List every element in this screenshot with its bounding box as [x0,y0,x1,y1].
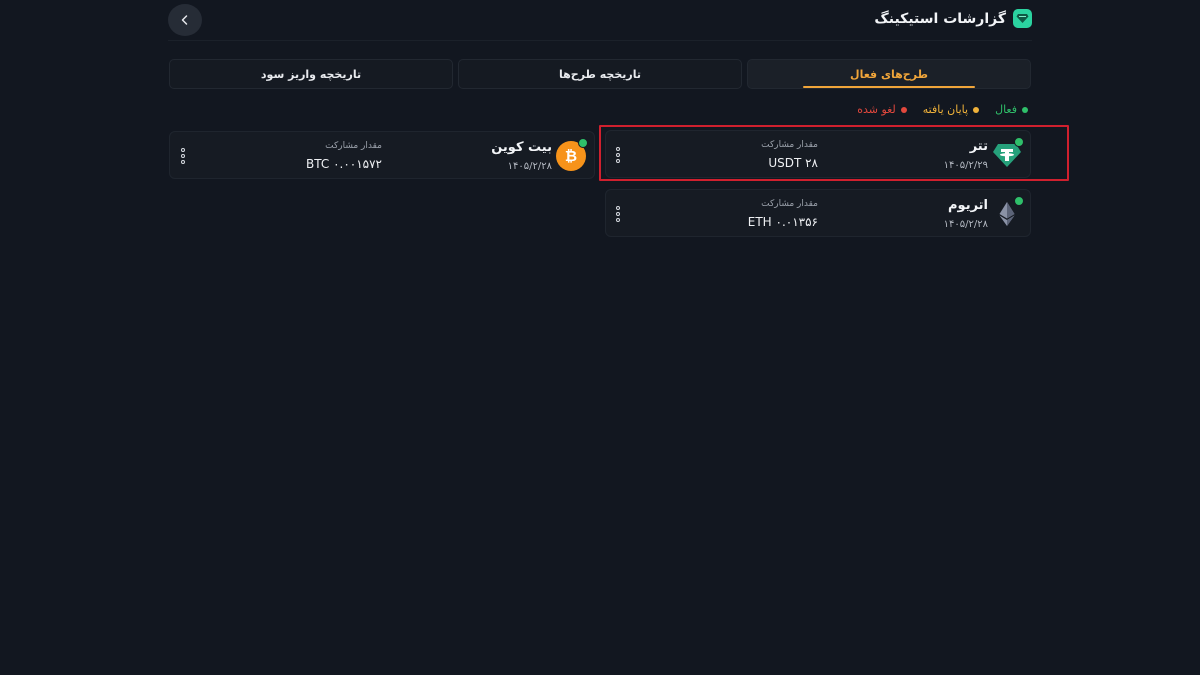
legend-label: لغو شده [857,103,896,116]
page-header: گزارشات استیکینگ [874,9,1032,28]
page-title: گزارشات استیکینگ [874,10,1006,27]
dot [181,148,185,152]
dot [616,218,620,222]
active-tab-indicator [803,86,975,88]
amount-label: مقدار مشارکت [761,199,818,209]
status-legend: فعال پایان یافته لغو شده [857,103,1028,116]
staking-logo-icon [1013,9,1032,28]
legend-item-active: فعال [995,103,1028,116]
dot [616,206,620,210]
ethereum-icon [992,196,1024,229]
back-button[interactable] [168,4,202,36]
coin-date: ۱۴۰۵/۲/۲۸ [507,161,552,172]
coin-name: بیت کوین [491,140,552,155]
coin-date: ۱۴۰۵/۲/۲۸ [943,219,988,230]
tab-label: تاریخچه واریز سود [260,67,362,81]
tab-active-plans[interactable]: طرح‌های فعال [747,59,1031,89]
amount-value: ETH ۰.۰۱۳۵۶ [747,215,818,229]
dot [181,160,185,164]
dot [616,212,620,216]
more-options-button[interactable] [180,148,186,164]
tab-label: طرح‌های فعال [850,67,928,81]
legend-label: فعال [995,103,1017,116]
legend-item-cancelled: لغو شده [857,103,907,116]
bitcoin-icon: ₿ [556,138,588,171]
tab-label: تاریخچه طرح‌ها [559,67,641,81]
tab-profit-deposit-history[interactable]: تاریخچه واریز سود [169,59,453,89]
chevron-left-icon [181,15,188,25]
staking-card-ethereum[interactable]: اتریوم ۱۴۰۵/۲/۲۸ مقدار مشارکت ETH ۰.۰۱۳۵… [605,189,1031,237]
highlight-frame [599,125,1069,181]
status-dot [1014,196,1024,206]
dot [181,154,185,158]
legend-dot [1022,106,1028,113]
legend-dot [973,106,980,113]
legend-item-completed: پایان یافته [922,103,980,116]
amount-label: مقدار مشارکت [325,141,382,151]
more-options-button[interactable] [615,206,621,222]
header-divider [168,40,1032,41]
status-dot [578,138,588,148]
coin-name: اتریوم [948,198,988,213]
tab-bar: طرح‌های فعال تاریخچه طرح‌ها تاریخچه واری… [169,59,1031,89]
svg-text:₿: ₿ [565,147,577,165]
legend-label: پایان یافته [922,103,969,116]
legend-dot [900,106,907,113]
staking-card-bitcoin[interactable]: ₿ بیت کوین ۱۴۰۵/۲/۲۸ مقدار مشارکت BTC ۰.… [169,131,595,179]
amount-value: BTC ۰.۰۰۱۵۷۲ [306,157,382,171]
tab-plan-history[interactable]: تاریخچه طرح‌ها [458,59,742,89]
staking-reports-page: گزارشات استیکینگ طرح‌های فعال تاریخچه طر… [0,0,1200,675]
